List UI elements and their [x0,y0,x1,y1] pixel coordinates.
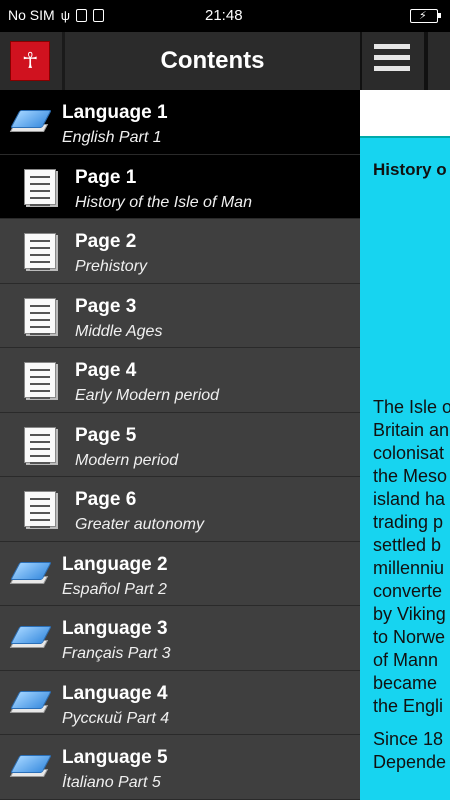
main-content: History o The Isle o Britain an colonisat t… [360,32,450,800]
list-item-page[interactable]: Page 1 History of the Isle of Man [0,154,360,219]
article-paragraph-2: Since 18 Depende [373,728,450,774]
article-line: settled b [373,535,442,555]
item-subtitle: Français Part 3 [62,645,171,662]
item-subtitle: İtaliano Part 5 [62,774,161,791]
article-line: the Engli [373,696,444,716]
item-title: Language 3 [62,618,168,639]
main-spacer [360,90,450,136]
item-subtitle: Greater autonomy [75,516,204,533]
list-item-language[interactable]: Language 1 English Part 1 [0,90,360,155]
item-title: Page 5 [75,424,137,446]
navigation-drawer: Contents Language 1 English Part 1 Page 1 H… [0,32,360,800]
document-icon [24,362,56,399]
drawer-title: Contents [160,47,265,74]
article-line: colonisat [373,443,445,463]
item-subtitle: History of the Isle of Man [75,193,252,211]
book-icon [9,626,52,652]
contents-list: Language 1 English Part 1 Page 1 History of… [0,90,360,800]
document-icon [24,297,56,335]
article-line: millenniu [373,558,445,578]
article-line: The Isle o [373,397,450,417]
article-line: trading p [373,512,444,532]
list-item-language[interactable]: Language 3 Français Part 3 [0,606,360,671]
item-title: Language 1 [62,102,168,123]
item-subtitle: English Part 1 [62,129,162,146]
article-line: Depende [373,752,447,772]
article-paragraph-1: The Isle o Britain an colonisat the Meso isl… [373,396,450,718]
book-icon [9,110,52,136]
item-subtitle: Prehistory [75,258,148,275]
battery-icon: ⚡ [410,9,441,23]
article-line: Since 18 [373,729,444,749]
item-title: Page 4 [75,360,137,381]
item-subtitle: Middle Ages [75,322,163,340]
item-title: Page 6 [75,489,137,510]
usb-icon: ψ [60,7,70,23]
item-subtitle: Русский Part 4 [62,709,170,727]
hamburger-menu-icon[interactable] [374,44,410,76]
status-left: No SIM ψ [8,7,104,23]
article-line: Britain an [373,420,450,440]
article-body: The Isle o Britain an colonisat the Meso isl… [373,396,450,784]
article-line: island ha [373,489,446,509]
list-item-language[interactable]: Language 4 Русский Part 4 [0,670,360,735]
status-bar: No SIM ψ 21:48 ⚡ [0,0,450,32]
article-panel[interactable]: History o The Isle o Britain an colonisat t… [360,136,450,800]
triskelion-app-icon[interactable] [10,41,50,81]
item-subtitle: Español Part 2 [62,580,167,598]
book-icon [9,561,52,588]
document-icon [24,491,56,528]
list-item-page[interactable]: Page 2 Prehistory [0,219,360,284]
item-title: Page 1 [75,166,137,188]
list-item-page[interactable]: Page 5 Modern period [0,412,360,477]
article-line: the Meso [373,466,448,486]
item-title: Language 2 [62,553,168,575]
article-line: converte [373,581,443,601]
article-line: of Mann [373,650,439,670]
main-toolbar [360,32,450,90]
sync-icon [92,8,104,22]
carrier-text: No SIM [8,7,55,23]
list-item-language[interactable]: Language 5 İtaliano Part 5 [0,735,360,800]
list-item-page[interactable]: Page 6 Greater autonomy [0,477,360,542]
document-icon [24,233,56,270]
list-item-language[interactable]: Language 2 Español Part 2 [0,541,360,606]
status-time: 21:48 [205,7,243,24]
article-heading: History o [373,160,447,179]
notification-icon [75,8,87,22]
item-title: Language 5 [62,747,168,768]
toolbar-divider [424,32,428,90]
drawer-header: Contents [0,32,360,90]
article-line: by Viking [373,604,446,624]
item-title: Language 4 [62,682,168,704]
item-subtitle: Modern period [75,451,179,469]
document-icon [24,426,56,464]
item-title: Page 2 [75,231,137,252]
book-icon [9,690,52,717]
list-item-page[interactable]: Page 4 Early Modern period [0,348,360,413]
item-title: Page 3 [75,295,137,317]
document-icon [24,168,56,206]
article-line: became [373,673,438,693]
book-icon [9,755,52,781]
list-item-page[interactable]: Page 3 Middle Ages [0,283,360,348]
article-line: to Norwe [373,627,446,647]
item-subtitle: Early Modern period [75,387,220,404]
